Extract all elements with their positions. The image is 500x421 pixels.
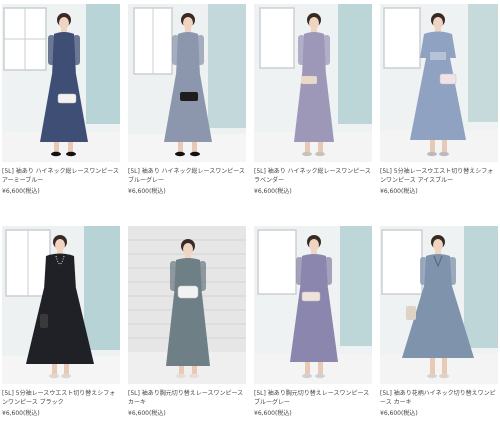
dress-model-bluegrey-icon bbox=[254, 226, 372, 384]
product-image[interactable] bbox=[254, 4, 372, 162]
product-name[interactable]: [5L] 袖あり ハイネック総レースワンピース ブルーグレー bbox=[128, 167, 246, 185]
product-card[interactable]: [5L] 袖あり ハイネック総レースワンピース ブルーグレー ¥6,600(税込… bbox=[128, 4, 246, 196]
product-price: ¥6,600(税込) bbox=[254, 410, 292, 417]
product-name[interactable]: [5L] 5分袖レースウエスト切り替えシフォンワンピース アイスブルー bbox=[380, 167, 498, 185]
product-price: ¥6,600(税込) bbox=[380, 410, 418, 417]
dress-model-black-icon bbox=[2, 226, 120, 384]
product-price: ¥6,600(税込) bbox=[380, 188, 418, 195]
product-image[interactable] bbox=[380, 4, 498, 162]
product-image[interactable] bbox=[380, 226, 498, 384]
product-card[interactable]: [5L] 袖あり ハイネック総レースワンピース ラベンダー ¥6,600(税込) bbox=[254, 4, 372, 196]
product-name[interactable]: [5L] 袖あり胸元切り替えレースワンピース カーキ bbox=[128, 389, 246, 407]
dress-model-bluegrey-icon bbox=[128, 4, 246, 162]
product-name[interactable]: [5L] 袖あり ハイネック総レースワンピース アーミーブルー bbox=[2, 167, 120, 185]
dress-model-khaki-icon bbox=[128, 226, 246, 384]
product-price: ¥6,600(税込) bbox=[2, 410, 40, 417]
product-image[interactable] bbox=[2, 4, 120, 162]
product-price: ¥6,600(税込) bbox=[2, 188, 40, 195]
dress-model-khaki-icon bbox=[380, 226, 498, 384]
product-price: ¥6,600(税込) bbox=[254, 188, 292, 195]
product-price: ¥6,600(税込) bbox=[128, 188, 166, 195]
product-card[interactable]: [5L] 袖あり胸元切り替えレースワンピース カーキ ¥6,600(税込) bbox=[128, 226, 246, 418]
product-image[interactable] bbox=[128, 4, 246, 162]
product-card[interactable]: [5L] 袖あり花柄ハイネック切り替えワンピース カーキ ¥6,600(税込) bbox=[380, 226, 498, 418]
product-name[interactable]: [5L] 5分袖レースウエスト切り替えシフォンワンピース ブラック bbox=[2, 389, 120, 407]
dress-model-navy-icon bbox=[2, 4, 120, 162]
product-price: ¥6,600(税込) bbox=[128, 410, 166, 417]
product-image[interactable] bbox=[254, 226, 372, 384]
product-image[interactable] bbox=[2, 226, 120, 384]
product-image[interactable] bbox=[128, 226, 246, 384]
product-card[interactable]: [5L] 袖あり ハイネック総レースワンピース アーミーブルー ¥6,600(税… bbox=[2, 4, 120, 196]
product-card[interactable]: [5L] 5分袖レースウエスト切り替えシフォンワンピース ブラック ¥6,600… bbox=[2, 226, 120, 418]
dress-model-iceblue-icon bbox=[380, 4, 498, 162]
product-name[interactable]: [5L] 袖あり胸元切り替えレースワンピース ブルーグレー bbox=[254, 389, 372, 407]
product-card[interactable]: [5L] 袖あり胸元切り替えレースワンピース ブルーグレー ¥6,600(税込) bbox=[254, 226, 372, 418]
product-card[interactable]: [5L] 5分袖レースウエスト切り替えシフォンワンピース アイスブルー ¥6,6… bbox=[380, 4, 498, 196]
product-name[interactable]: [5L] 袖あり ハイネック総レースワンピース ラベンダー bbox=[254, 167, 372, 185]
product-name[interactable]: [5L] 袖あり花柄ハイネック切り替えワンピース カーキ bbox=[380, 389, 498, 407]
product-grid: [5L] 袖あり ハイネック総レースワンピース アーミーブルー ¥6,600(税… bbox=[0, 0, 500, 421]
dress-model-lavender-icon bbox=[254, 4, 372, 162]
